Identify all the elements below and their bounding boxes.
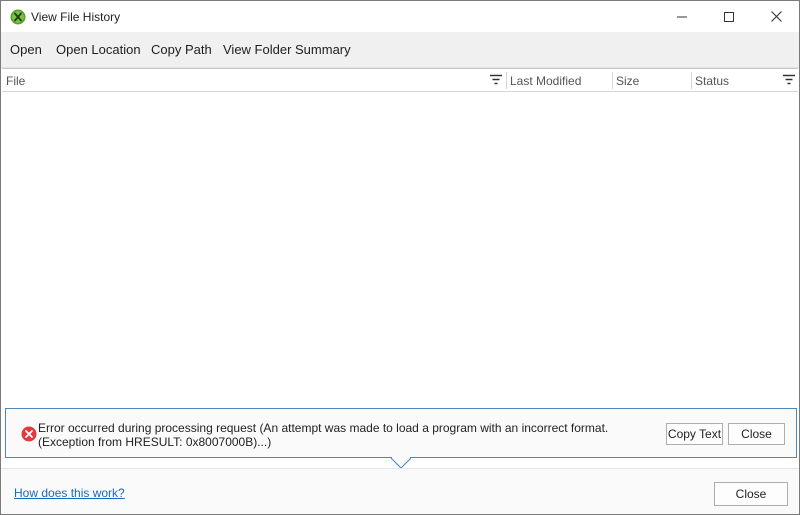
- grid-header: File Last Modified Size Status: [2, 69, 798, 92]
- menu-item-view-folder-summary[interactable]: View Folder Summary: [223, 42, 351, 57]
- window-title: View File History: [31, 10, 121, 24]
- menu-item-open[interactable]: Open: [10, 42, 42, 57]
- app-logo-icon: [10, 9, 26, 25]
- minimize-icon: [677, 16, 687, 17]
- close-icon: [770, 11, 782, 22]
- footer: How does this work? Close: [1, 468, 799, 514]
- column-header-status[interactable]: Status: [691, 69, 781, 91]
- menu-item-copy-path[interactable]: Copy Path: [151, 42, 212, 57]
- error-icon: [21, 426, 37, 442]
- maximize-button[interactable]: [706, 1, 752, 32]
- menu-item-open-location[interactable]: Open Location: [56, 42, 141, 57]
- menu-bar: Open Open Location Copy Path View Folder…: [1, 32, 799, 68]
- close-button[interactable]: Close: [714, 482, 788, 506]
- title-bar[interactable]: View File History: [1, 1, 799, 32]
- error-close-button[interactable]: Close: [728, 423, 785, 445]
- maximize-icon: [724, 11, 734, 22]
- column-header-last-modified[interactable]: Last Modified: [506, 69, 612, 91]
- status-filter-icon[interactable]: [783, 74, 795, 86]
- minimize-button[interactable]: [659, 1, 705, 32]
- file-history-grid[interactable]: File Last Modified Size Status: [2, 68, 798, 407]
- help-link[interactable]: How does this work?: [14, 486, 125, 500]
- error-panel: Error occurred during processing request…: [5, 408, 797, 458]
- column-header-file[interactable]: File: [2, 69, 487, 91]
- file-history-window: View File History Open Open Location Cop…: [0, 0, 800, 515]
- column-header-size[interactable]: Size: [612, 69, 691, 91]
- error-message: Error occurred during processing request…: [38, 421, 609, 449]
- copy-text-button[interactable]: Copy Text: [666, 423, 723, 445]
- file-filter-icon[interactable]: [490, 74, 502, 86]
- window-close-button[interactable]: [753, 1, 799, 32]
